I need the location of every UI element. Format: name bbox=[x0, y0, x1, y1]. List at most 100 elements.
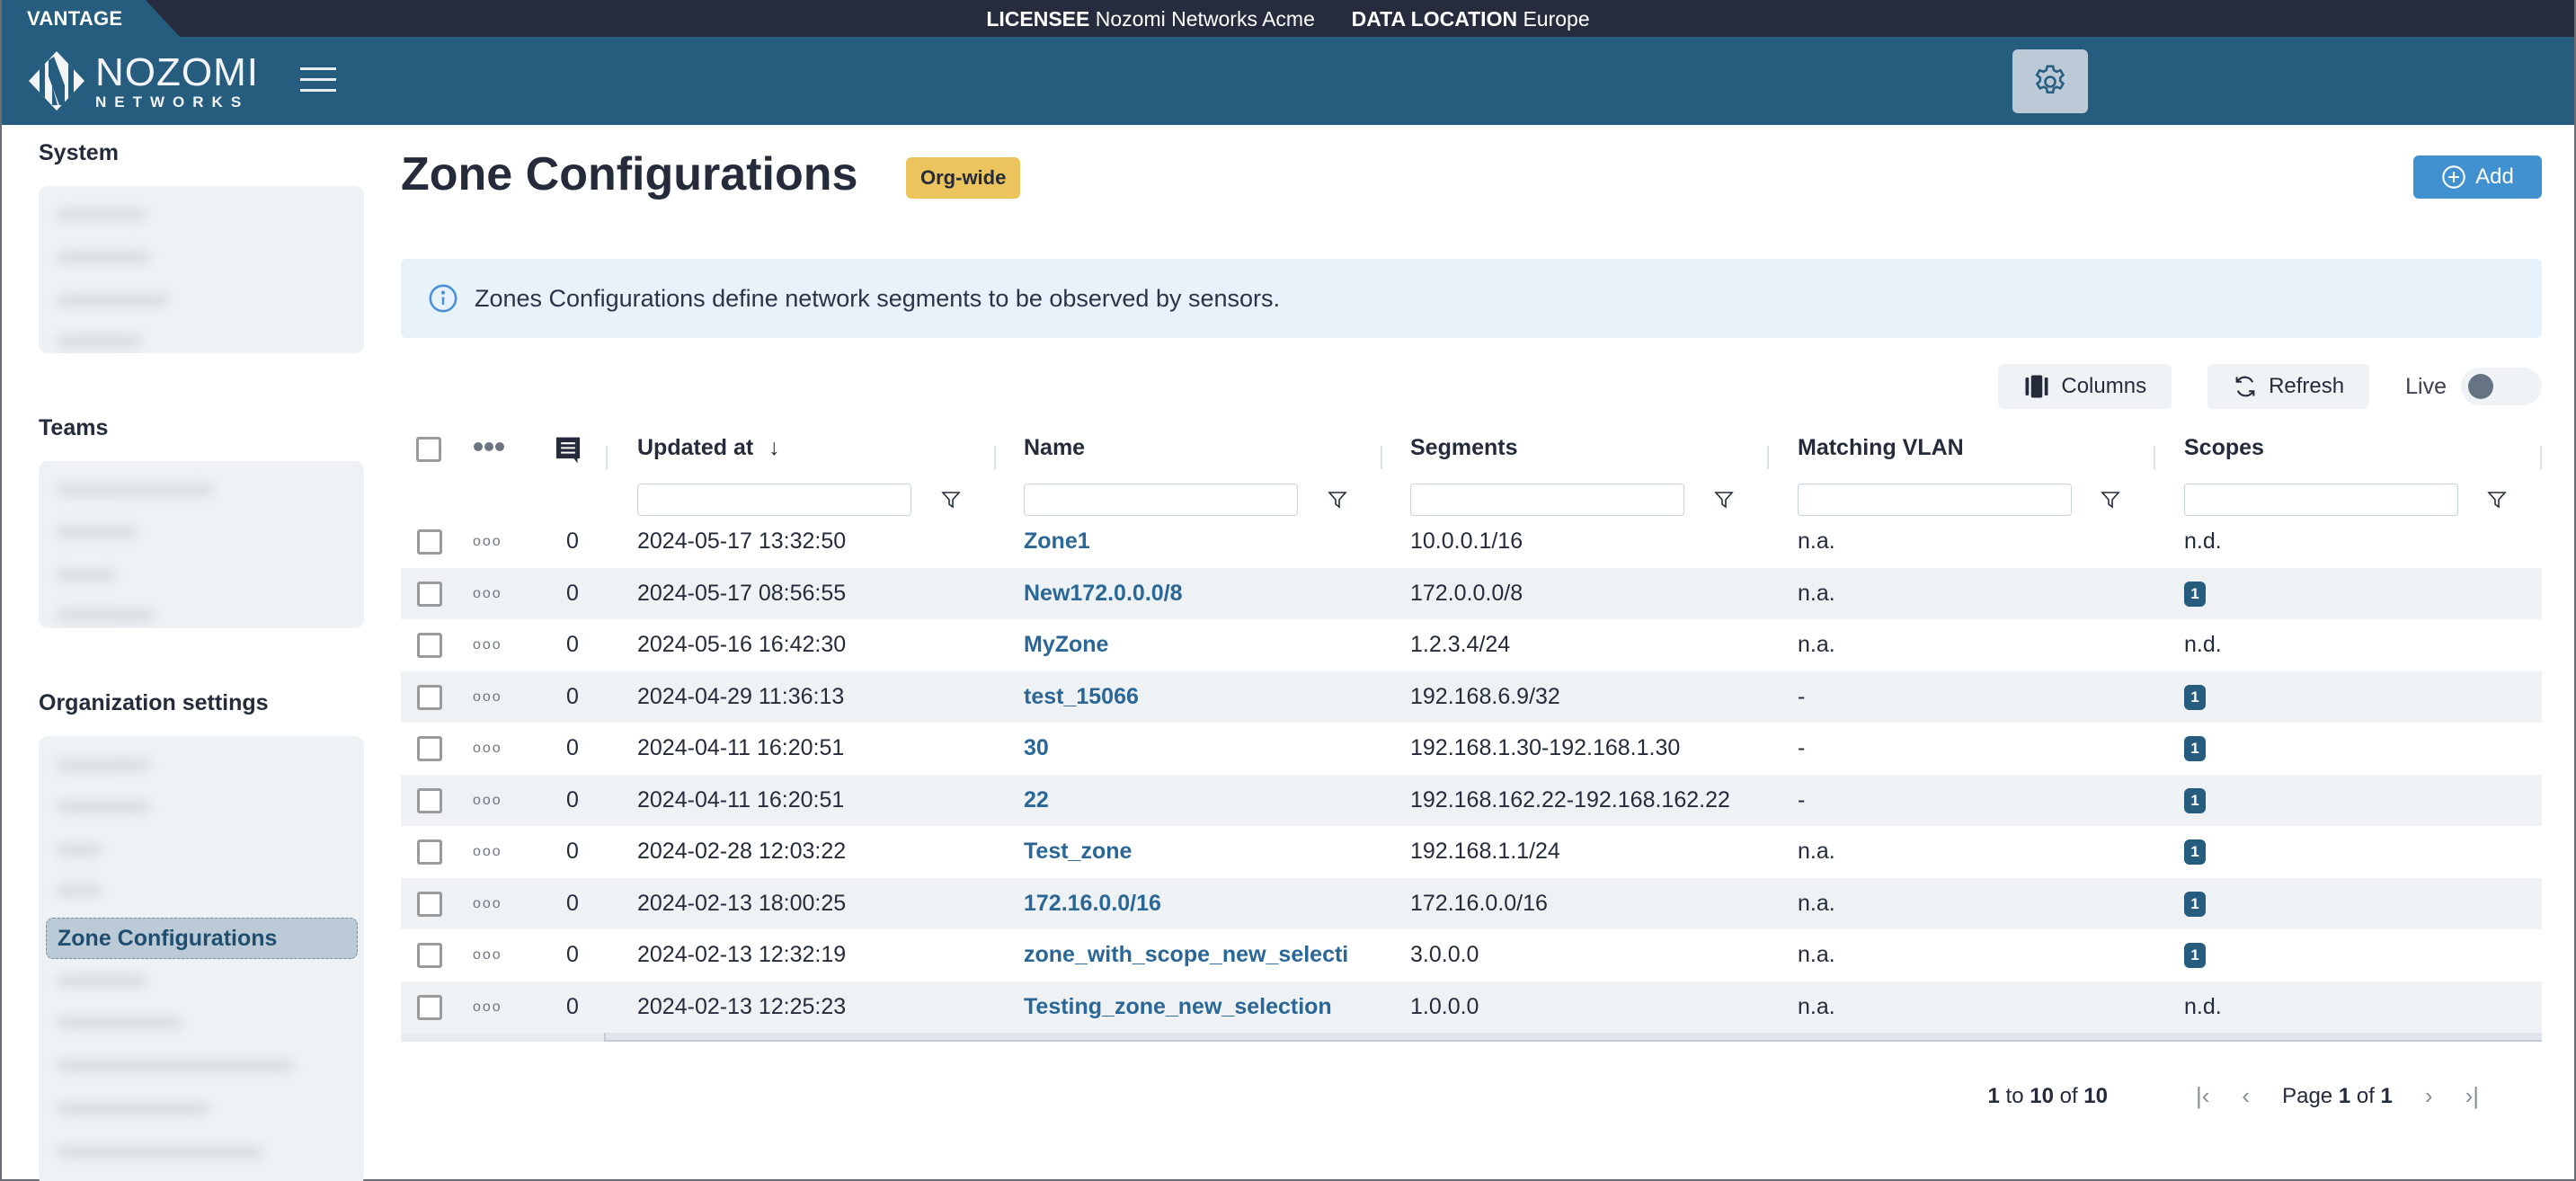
filter-input-matching-vlan[interactable] bbox=[1798, 484, 2072, 516]
scope-count-badge[interactable]: 1 bbox=[2184, 839, 2206, 866]
row-actions-header-icon[interactable] bbox=[473, 440, 505, 457]
table-row[interactable]: ooo 0 2024-04-11 16:20:51 22 192.168.162.22-… bbox=[401, 774, 2542, 827]
scope-count-badge[interactable]: 1 bbox=[2184, 581, 2206, 607]
sidebar-item-blurred[interactable] bbox=[57, 759, 151, 771]
first-page-icon[interactable]: |‹ bbox=[2196, 1082, 2209, 1110]
scope-count-badge[interactable]: 1 bbox=[2184, 943, 2206, 969]
scrollbar-thumb[interactable] bbox=[401, 1033, 606, 1042]
column-header-name[interactable]: Name bbox=[1024, 435, 1085, 461]
row-actions-icon[interactable]: ooo bbox=[473, 516, 502, 568]
column-header-updated-at[interactable]: Updated at ↓ bbox=[637, 435, 780, 461]
sidebar-item-blurred[interactable] bbox=[57, 1103, 209, 1115]
column-header-matching-vlan[interactable]: Matching VLAN bbox=[1798, 435, 1964, 461]
table-row[interactable]: ooo 0 2024-02-13 18:00:25 172.16.0.0/16 172.… bbox=[401, 877, 2542, 930]
column-header-scopes[interactable]: Scopes bbox=[2184, 435, 2264, 461]
zone-name-link[interactable]: Testing_zone_new_selection bbox=[1024, 981, 1332, 1034]
row-actions-icon[interactable]: ooo bbox=[473, 671, 502, 724]
sidebar-item-blurred[interactable] bbox=[57, 844, 102, 857]
row-checkbox[interactable] bbox=[417, 581, 442, 607]
row-checkbox[interactable] bbox=[417, 994, 442, 1020]
zone-name-link[interactable]: zone_with_scope_new_selecti bbox=[1024, 929, 1348, 981]
table-row[interactable]: ooo 0 2024-02-28 12:03:22 Test_zone 192.168.… bbox=[401, 826, 2542, 878]
settings-button[interactable] bbox=[2012, 49, 2088, 113]
filter-icon[interactable] bbox=[2100, 489, 2121, 511]
row-checkbox[interactable] bbox=[417, 891, 442, 917]
scope-count-badge[interactable]: 1 bbox=[2184, 891, 2206, 917]
row-checkbox[interactable] bbox=[417, 943, 442, 968]
columns-button[interactable]: Columns bbox=[1998, 364, 2172, 409]
zone-name-link[interactable]: MyZone bbox=[1024, 619, 1108, 671]
column-separator[interactable] bbox=[1381, 446, 1382, 469]
sidebar-item-blurred[interactable] bbox=[57, 526, 138, 538]
filter-icon[interactable] bbox=[940, 489, 962, 511]
zone-name-link[interactable]: New172.0.0.0/8 bbox=[1024, 568, 1183, 620]
last-page-icon[interactable]: ›| bbox=[2465, 1082, 2479, 1110]
add-button[interactable]: Add bbox=[2413, 155, 2542, 199]
filter-input-name[interactable] bbox=[1024, 484, 1298, 516]
row-actions-icon[interactable]: ooo bbox=[473, 723, 502, 775]
filter-icon[interactable] bbox=[1713, 489, 1735, 511]
column-separator[interactable] bbox=[2154, 446, 2155, 469]
zone-name-link[interactable]: 22 bbox=[1024, 775, 1049, 827]
filter-icon[interactable] bbox=[2486, 489, 2508, 511]
table-row[interactable]: ooo 0 2024-05-17 13:32:50 Zone1 10.0.0.1/16 n… bbox=[401, 516, 2542, 568]
select-all-checkbox[interactable] bbox=[416, 437, 441, 462]
filter-input-updated-at[interactable] bbox=[637, 484, 911, 516]
row-actions-icon[interactable]: ooo bbox=[473, 878, 502, 930]
column-separator[interactable] bbox=[994, 446, 996, 469]
sidebar-item-blurred[interactable] bbox=[57, 251, 151, 263]
zone-name-link[interactable]: 30 bbox=[1024, 723, 1049, 775]
row-actions-icon[interactable]: ooo bbox=[473, 619, 502, 671]
table-row[interactable]: ooo 0 2024-02-13 12:25:23 Testing_zone_new_… bbox=[401, 981, 2542, 1034]
row-actions-icon[interactable]: ooo bbox=[473, 568, 502, 620]
previous-page-icon[interactable]: ‹ bbox=[2242, 1082, 2250, 1110]
column-separator[interactable] bbox=[1767, 446, 1769, 469]
zone-name-link[interactable]: 172.16.0.0/16 bbox=[1024, 878, 1161, 930]
row-checkbox[interactable] bbox=[417, 736, 442, 761]
scope-count-badge[interactable]: 1 bbox=[2184, 787, 2206, 813]
sidebar-item-blurred[interactable] bbox=[57, 801, 151, 813]
menu-toggle-button[interactable] bbox=[300, 67, 336, 94]
table-row[interactable]: ooo 0 2024-04-29 11:36:13 test_15066 192.168… bbox=[401, 670, 2542, 724]
row-checkbox[interactable] bbox=[417, 684, 442, 710]
zone-name-link[interactable]: test_15066 bbox=[1024, 671, 1139, 724]
sidebar-item-zone-configurations[interactable]: Zone Configurations bbox=[46, 918, 358, 959]
sidebar-item-blurred[interactable] bbox=[57, 1146, 263, 1159]
row-checkbox[interactable] bbox=[417, 529, 442, 555]
scope-count-badge[interactable]: 1 bbox=[2184, 736, 2206, 762]
row-actions-icon[interactable]: ooo bbox=[473, 929, 502, 981]
row-checkbox[interactable] bbox=[417, 633, 442, 658]
next-page-icon[interactable]: › bbox=[2425, 1082, 2433, 1110]
row-actions-icon[interactable]: ooo bbox=[473, 826, 502, 878]
filter-input-scopes[interactable] bbox=[2184, 484, 2458, 516]
column-separator[interactable] bbox=[606, 446, 608, 469]
table-row[interactable]: ooo 0 2024-02-13 12:32:19 zone_with_scope_n… bbox=[401, 929, 2542, 981]
sidebar-item-blurred[interactable] bbox=[57, 1060, 295, 1072]
filter-input-segments[interactable] bbox=[1410, 484, 1684, 516]
table-row[interactable]: ooo 0 2024-04-11 16:20:51 30 192.168.1.30-19… bbox=[401, 723, 2542, 775]
table-row[interactable]: ooo 0 2024-05-17 08:56:55 New172.0.0.0/8 172… bbox=[401, 567, 2542, 620]
sidebar-item-blurred[interactable] bbox=[57, 609, 155, 622]
zone-name-link[interactable]: Zone1 bbox=[1024, 516, 1090, 568]
column-header-segments[interactable]: Segments bbox=[1410, 435, 1517, 461]
sidebar-item-blurred[interactable] bbox=[57, 569, 115, 582]
filter-icon[interactable] bbox=[1327, 489, 1348, 511]
zone-name-link[interactable]: Test_zone bbox=[1024, 826, 1132, 878]
row-checkbox[interactable] bbox=[417, 839, 442, 865]
sidebar-item-blurred[interactable] bbox=[57, 974, 147, 987]
refresh-button[interactable]: Refresh bbox=[2207, 364, 2370, 409]
row-checkbox[interactable] bbox=[417, 787, 442, 813]
sidebar-item-blurred[interactable] bbox=[57, 1017, 182, 1029]
nozomi-logo[interactable]: NOZOMI NETWORKS bbox=[27, 49, 259, 112]
sidebar-item-blurred[interactable] bbox=[57, 209, 147, 221]
scope-count-badge[interactable]: 1 bbox=[2184, 684, 2206, 710]
column-separator[interactable] bbox=[2540, 446, 2542, 469]
row-actions-icon[interactable]: ooo bbox=[473, 775, 502, 827]
sidebar-item-blurred[interactable] bbox=[57, 484, 214, 496]
row-actions-icon[interactable]: ooo bbox=[473, 981, 502, 1034]
live-toggle[interactable] bbox=[2461, 368, 2542, 405]
table-row[interactable]: ooo 0 2024-05-16 16:42:30 MyZone 1.2.3.4/24 n… bbox=[401, 619, 2542, 671]
sidebar-item-blurred[interactable] bbox=[57, 334, 142, 347]
horizontal-scrollbar[interactable] bbox=[401, 1033, 2542, 1042]
sidebar-item-blurred[interactable] bbox=[57, 294, 169, 306]
